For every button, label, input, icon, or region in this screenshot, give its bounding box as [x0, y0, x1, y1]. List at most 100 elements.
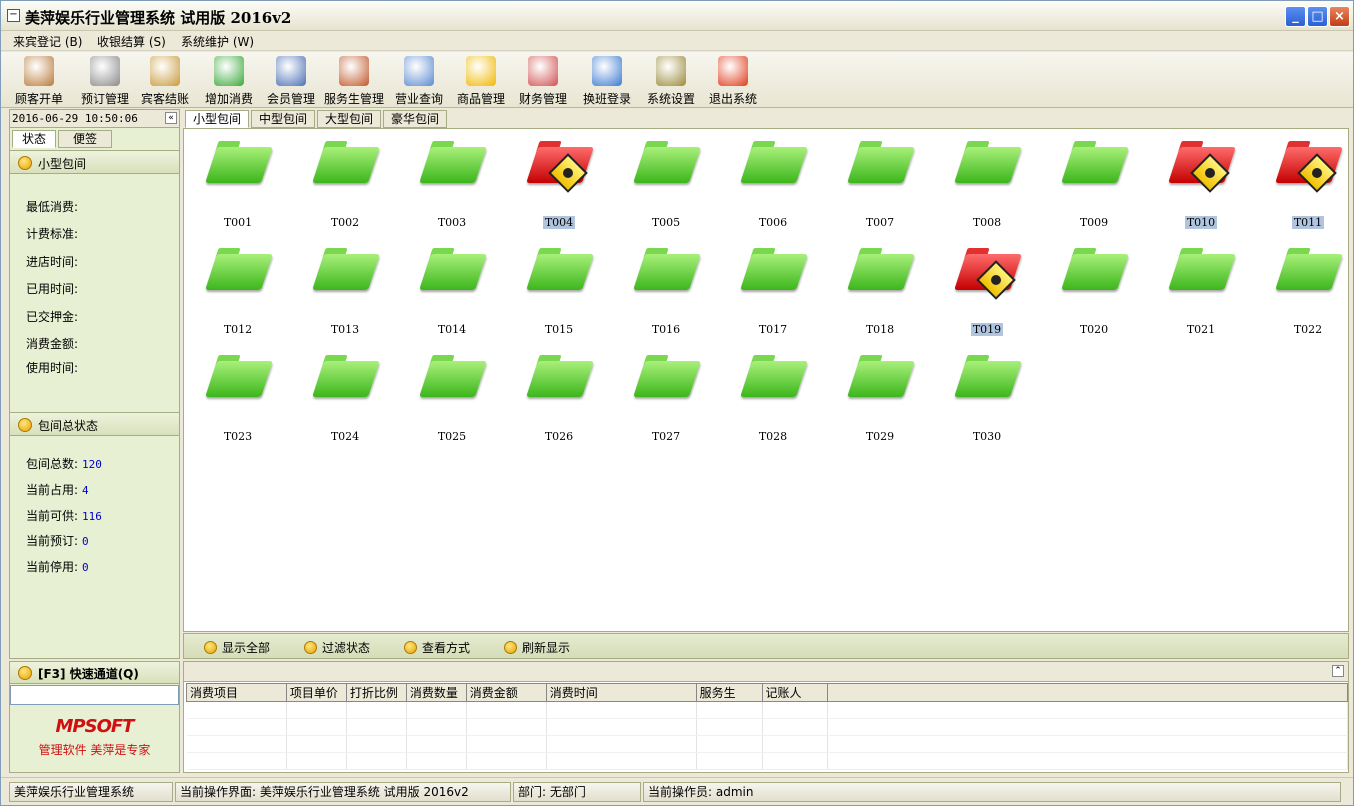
maximize-button[interactable]: □ — [1307, 6, 1328, 27]
room-name: T004 — [542, 216, 576, 229]
quick-channel-header[interactable]: [F3] 快速通道(Q) — [10, 662, 179, 684]
table-row — [186, 701, 1348, 719]
room-tile[interactable]: T028 — [720, 347, 826, 452]
room-occupied-icon — [954, 246, 1022, 300]
table-cell — [546, 735, 697, 753]
refresh-label: 刷新显示 — [522, 641, 571, 655]
room-tile[interactable]: T007 — [827, 133, 933, 238]
toolbar-button-5[interactable]: 会员管理 — [263, 54, 319, 106]
room-tile[interactable]: T017 — [720, 240, 826, 345]
tab-large-room[interactable]: 大型包间 — [317, 110, 381, 128]
show-all-button[interactable]: 显示全部 — [204, 639, 270, 656]
room-tile[interactable]: T004 — [506, 133, 612, 238]
room-name: T017 — [758, 323, 788, 336]
room-tile[interactable]: T016 — [613, 240, 719, 345]
company-logo: MPSOFT 管理软件 美萍是专家 — [10, 708, 179, 758]
system-menu-icon[interactable]: − — [7, 9, 20, 22]
room-tile[interactable]: T001 — [185, 133, 291, 238]
room-tile[interactable]: T027 — [613, 347, 719, 452]
room-tile[interactable]: T002 — [292, 133, 398, 238]
room-summary-header[interactable]: 包间总状态 — [10, 412, 179, 436]
column-header[interactable]: 项目单价 — [285, 683, 347, 702]
minimize-button[interactable]: _ — [1285, 6, 1306, 27]
column-header[interactable]: 服务生 — [695, 683, 763, 702]
menu-checkout[interactable]: 收银结算 (S) — [97, 33, 166, 50]
toolbar-button-11[interactable]: 系统设置 — [643, 54, 699, 106]
column-header[interactable]: 记账人 — [761, 683, 829, 702]
quick-channel-input[interactable] — [10, 685, 179, 705]
toolbar-button-2[interactable]: 预订管理 — [77, 54, 133, 106]
column-header[interactable]: 消费数量 — [405, 683, 467, 702]
room-tile[interactable]: T009 — [1041, 133, 1147, 238]
star-icon — [466, 56, 496, 86]
table-cell — [406, 752, 467, 770]
column-header[interactable]: 打折比例 — [345, 683, 407, 702]
table-cell — [696, 701, 763, 719]
room-tile[interactable]: T024 — [292, 347, 398, 452]
summary-value: 4 — [82, 484, 89, 497]
toolbar-button-4[interactable]: 增加消费 — [201, 54, 257, 106]
room-tile[interactable]: T006 — [720, 133, 826, 238]
menu-system-maintenance[interactable]: 系统维护 (W) — [181, 33, 254, 50]
close-button[interactable]: × — [1329, 6, 1350, 27]
summary-key: 当前预订: — [26, 534, 79, 548]
toolbar-button-12[interactable]: 退出系统 — [705, 54, 761, 106]
tab-notes[interactable]: 便签 — [58, 130, 112, 148]
room-tile[interactable]: T025 — [399, 347, 505, 452]
room-tile[interactable]: T011 — [1255, 133, 1354, 238]
column-header[interactable] — [827, 683, 1348, 702]
table-cell — [466, 701, 547, 719]
expand-up-button[interactable]: ⌃ — [1332, 665, 1344, 677]
filter-status-button[interactable]: 过滤状态 — [304, 639, 370, 656]
filter-icon — [304, 641, 317, 654]
room-tile[interactable]: T019 — [934, 240, 1040, 345]
clock-icon — [90, 56, 120, 86]
magnifier-icon — [404, 56, 434, 86]
table-row — [186, 735, 1348, 753]
room-tile[interactable]: T026 — [506, 347, 612, 452]
toolbar-label: 财务管理 — [518, 92, 567, 106]
toolbar-button-7[interactable]: 营业查询 — [391, 54, 447, 106]
room-tile[interactable]: T014 — [399, 240, 505, 345]
toolbar-button-10[interactable]: 换班登录 — [579, 54, 635, 106]
refresh-button[interactable]: 刷新显示 — [504, 639, 570, 656]
menu-guest-register[interactable]: 来宾登记 (B) — [13, 33, 82, 50]
room-tile[interactable]: T030 — [934, 347, 1040, 452]
room-tile[interactable]: T018 — [827, 240, 933, 345]
table-cell — [696, 735, 763, 753]
room-tile[interactable]: T005 — [613, 133, 719, 238]
view-mode-button[interactable]: 查看方式 — [404, 639, 470, 656]
app-window: − 美萍娱乐行业管理系统 试用版 2016v2 _ □ × 来宾登记 (B) 收… — [0, 0, 1354, 806]
room-tile[interactable]: T012 — [185, 240, 291, 345]
toolbar-button-3[interactable]: 宾客结账 — [137, 54, 193, 106]
tab-status[interactable]: 状态 — [12, 130, 56, 148]
toolbar-label: 宾客结账 — [140, 92, 189, 106]
column-header[interactable]: 消费金额 — [465, 683, 547, 702]
room-tile[interactable]: T029 — [827, 347, 933, 452]
refresh-icon — [504, 641, 517, 654]
title-bar[interactable]: − 美萍娱乐行业管理系统 试用版 2016v2 _ □ × — [1, 1, 1353, 31]
room-tile[interactable]: T015 — [506, 240, 612, 345]
tab-small-room[interactable]: 小型包间 — [185, 110, 249, 128]
room-tile[interactable]: T021 — [1148, 240, 1254, 345]
room-info-header[interactable]: 小型包间 — [10, 150, 179, 174]
toolbar-button-6[interactable]: 服务生管理 — [321, 54, 387, 106]
toolbar-button-8[interactable]: 商品管理 — [453, 54, 509, 106]
collapse-panel-button[interactable]: « — [165, 112, 177, 124]
room-tile[interactable]: T008 — [934, 133, 1040, 238]
room-tile[interactable]: T010 — [1148, 133, 1254, 238]
room-available-icon — [312, 353, 380, 401]
shift-icon — [592, 56, 622, 86]
room-tile[interactable]: T022 — [1255, 240, 1354, 345]
room-tile[interactable]: T023 — [185, 347, 291, 452]
toolbar-label: 服务生管理 — [323, 92, 384, 106]
toolbar-button-1[interactable]: 顾客开单 — [11, 54, 67, 106]
room-tile[interactable]: T013 — [292, 240, 398, 345]
column-header[interactable]: 消费项目 — [186, 683, 287, 702]
tab-medium-room[interactable]: 中型包间 — [251, 110, 315, 128]
room-tile[interactable]: T020 — [1041, 240, 1147, 345]
column-header[interactable]: 消费时间 — [545, 683, 697, 702]
room-tile[interactable]: T003 — [399, 133, 505, 238]
tab-luxury-room[interactable]: 豪华包间 — [383, 110, 447, 128]
toolbar-button-9[interactable]: 财务管理 — [515, 54, 571, 106]
